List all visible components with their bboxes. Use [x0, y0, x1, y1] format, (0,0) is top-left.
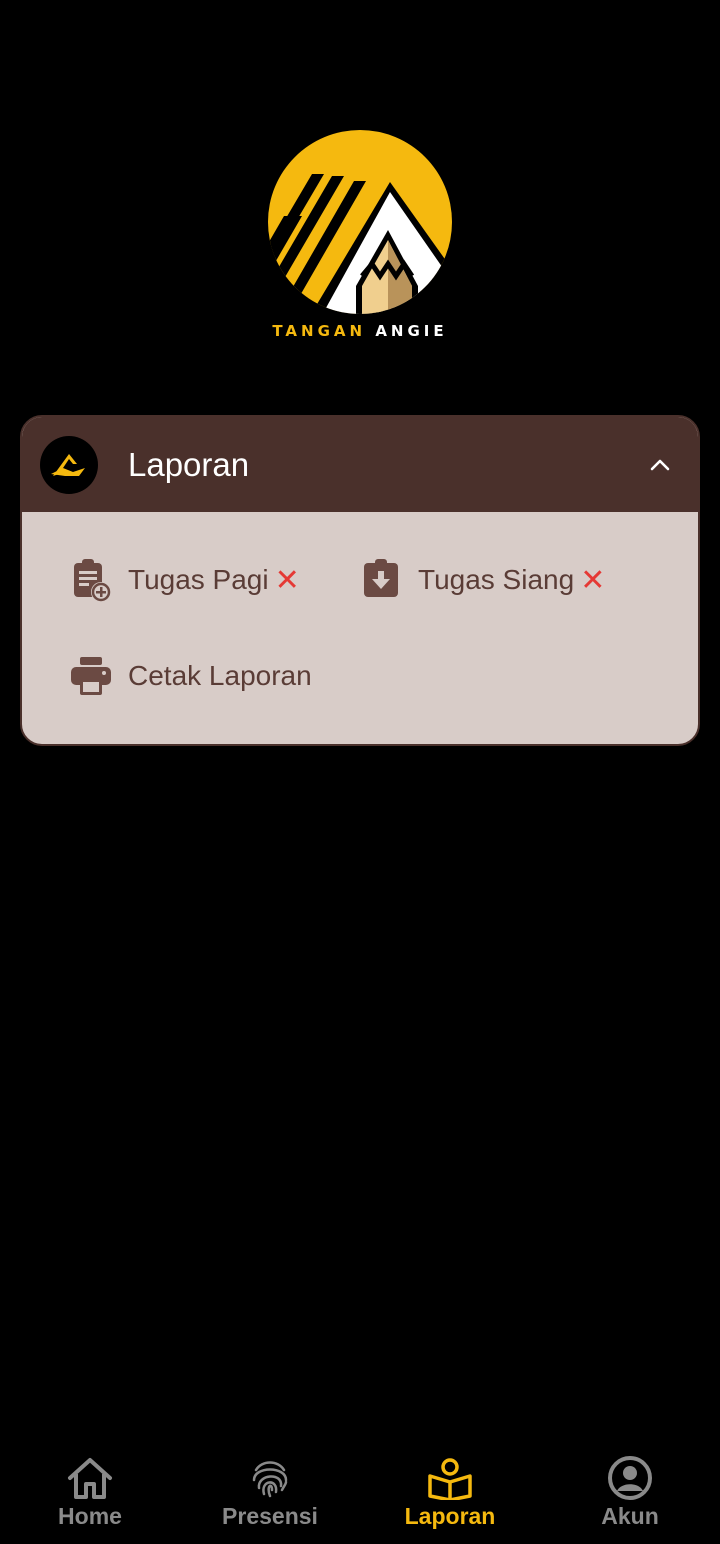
- tugas-siang-status-icon: ✕: [580, 563, 606, 597]
- tugas-pagi-label: Tugas Pagi: [128, 564, 269, 595]
- nav-laporan[interactable]: Laporan: [360, 1450, 540, 1544]
- app-logo: TANGAN ANGIE: [260, 122, 460, 352]
- nav-akun[interactable]: Akun: [540, 1450, 720, 1544]
- logo-wordmark: TANGAN ANGIE: [260, 322, 460, 340]
- clipboard-add-icon: [68, 557, 114, 603]
- screen: TANGAN ANGIE Laporan Tugas Pagi ✕ Tugas …: [0, 0, 720, 1544]
- laporan-card-header[interactable]: Laporan: [22, 417, 698, 512]
- nav-presensi-label: Presensi: [222, 1503, 318, 1529]
- laporan-title: Laporan: [128, 445, 250, 483]
- brand-icon: [51, 453, 85, 476]
- nav-akun-label: Akun: [601, 1503, 659, 1529]
- clipboard-download-icon: [358, 557, 404, 603]
- fingerprint-icon: [246, 1454, 294, 1502]
- bottom-nav: Home Presensi Laporan Akun: [0, 1450, 720, 1544]
- tugas-pagi-status-icon: ✕: [274, 563, 300, 597]
- laporan-avatar: [40, 435, 98, 494]
- home-icon: [66, 1454, 114, 1502]
- logo-text-right: ANGIE: [375, 322, 448, 340]
- logo-text-left: TANGAN: [272, 322, 367, 340]
- cetak-laporan-item[interactable]: Cetak Laporan: [68, 653, 312, 699]
- nav-laporan-label: Laporan: [404, 1503, 496, 1529]
- nav-home[interactable]: Home: [0, 1450, 180, 1544]
- account-icon: [606, 1454, 654, 1502]
- logo-mark-icon: [268, 130, 452, 314]
- book-icon: [426, 1454, 474, 1502]
- laporan-card: Laporan Tugas Pagi ✕ Tugas Siang ✕ Cetak…: [20, 415, 700, 746]
- printer-icon: [68, 653, 114, 699]
- nav-presensi[interactable]: Presensi: [180, 1450, 360, 1544]
- tugas-siang-label: Tugas Siang: [418, 564, 575, 595]
- tugas-siang-item[interactable]: Tugas Siang ✕: [358, 557, 605, 603]
- cetak-laporan-label: Cetak Laporan: [128, 660, 312, 691]
- tugas-pagi-item[interactable]: Tugas Pagi ✕: [68, 557, 300, 603]
- chevron-up-icon[interactable]: [648, 453, 672, 477]
- nav-home-label: Home: [58, 1503, 122, 1529]
